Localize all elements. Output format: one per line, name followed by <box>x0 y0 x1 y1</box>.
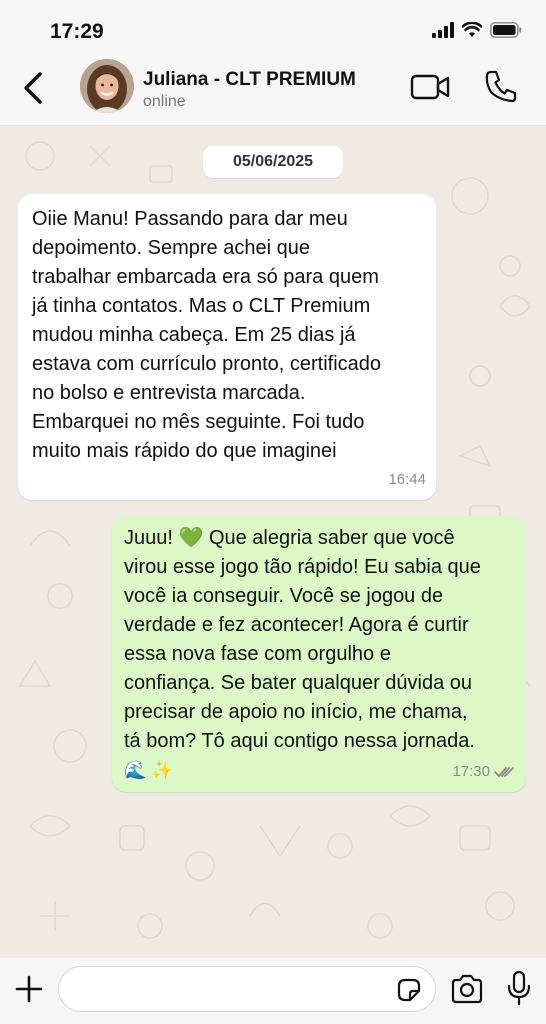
voice-call-button[interactable] <box>483 68 519 104</box>
message-time-label: 16:44 <box>388 471 426 488</box>
message-time: 17:30 <box>452 757 516 786</box>
composer-bar <box>0 958 546 1024</box>
mic-button[interactable] <box>506 970 532 1006</box>
outgoing-message[interactable]: Juuu! 💚 Que alegria saber que você virou… <box>112 516 526 792</box>
back-icon <box>24 72 42 104</box>
contact-status: online <box>143 93 186 110</box>
video-call-button[interactable] <box>410 70 452 104</box>
avatar-image <box>80 59 134 113</box>
contact-name[interactable]: Juliana - CLT PREMIUM <box>143 69 356 91</box>
phone-icon <box>485 70 517 103</box>
message-text: Juuu! 💚 Que alegria saber que você virou… <box>124 527 481 752</box>
attach-button[interactable] <box>14 974 44 1004</box>
double-check-icon <box>494 766 514 777</box>
signal-icon <box>432 22 454 38</box>
message-input[interactable] <box>73 975 383 1003</box>
incoming-message[interactable]: Oiie Manu! Passando para dar meu depoime… <box>18 194 436 500</box>
chat-header: Juliana - CLT PREMIUM online <box>0 56 546 126</box>
mic-icon <box>507 970 531 1006</box>
status-bar: 17:29 <box>0 0 546 60</box>
video-call-icon <box>410 74 450 100</box>
message-input-wrap[interactable] <box>58 966 436 1012</box>
status-time: 17:29 <box>50 20 104 43</box>
status-icons <box>432 22 522 38</box>
battery-icon <box>490 22 522 38</box>
sticker-button[interactable] <box>395 976 423 1004</box>
message-text: Oiie Manu! Passando para dar meu depoime… <box>32 208 382 462</box>
camera-icon <box>451 974 483 1004</box>
avatar[interactable] <box>80 59 134 113</box>
back-button[interactable] <box>18 68 48 108</box>
message-time: 16:44 <box>388 465 426 494</box>
wifi-icon <box>462 22 482 37</box>
date-chip: 05/06/2025 <box>203 146 343 178</box>
chat-area[interactable]: 05/06/2025 Oiie Manu! Passando para dar … <box>0 126 546 958</box>
plus-icon <box>15 975 43 1003</box>
message-time-label: 17:30 <box>452 763 490 780</box>
sticker-icon <box>397 978 421 1002</box>
camera-button[interactable] <box>450 974 484 1004</box>
